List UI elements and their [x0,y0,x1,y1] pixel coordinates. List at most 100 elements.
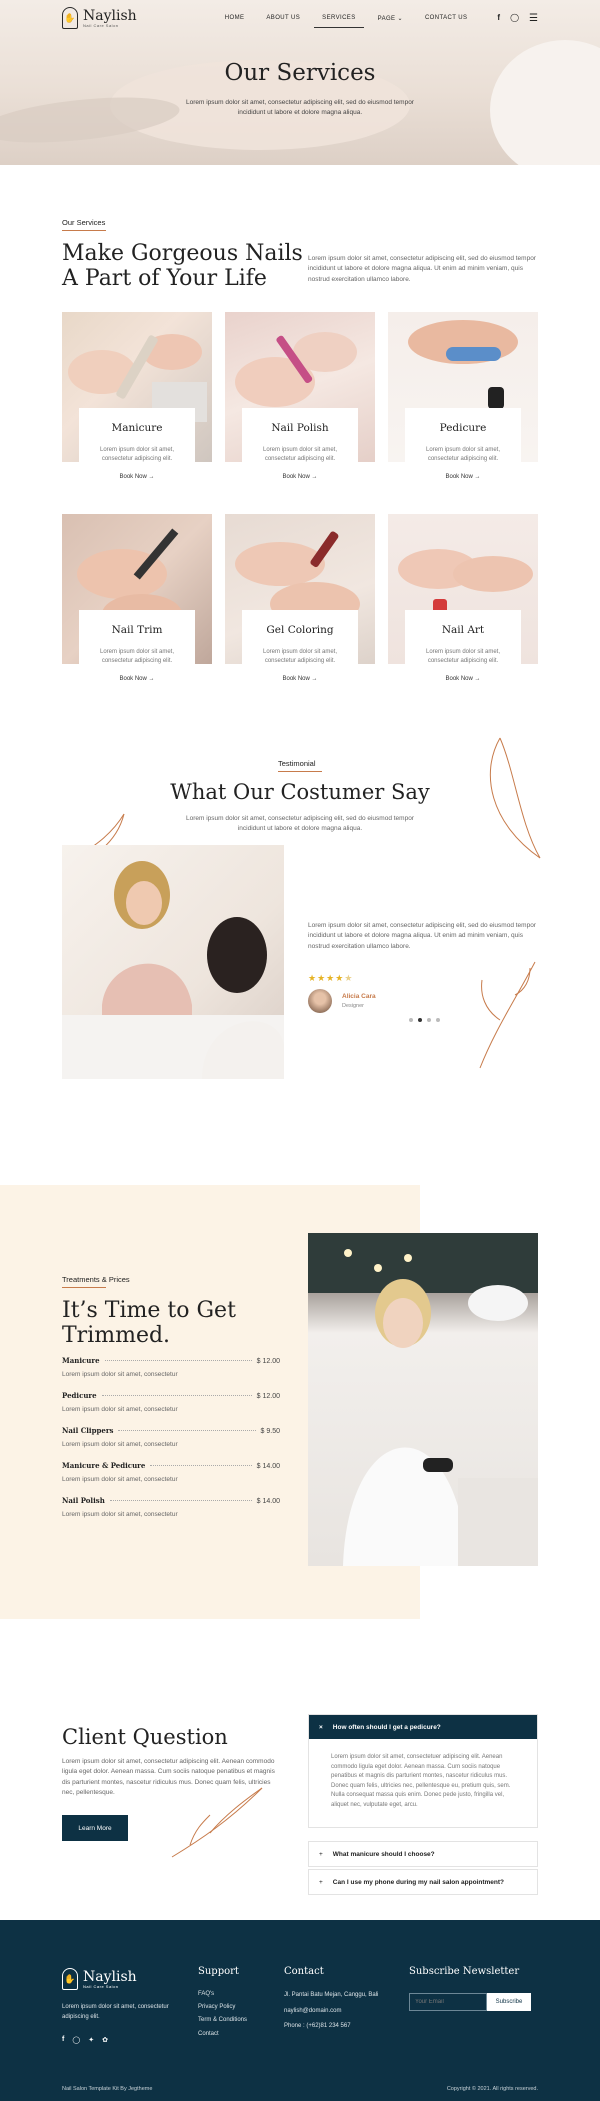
price-item: Manicure $ 12.00 Lorem ipsum dolor sit am… [62,1356,280,1378]
book-now-label: Book Now [119,473,147,480]
service-text-line: Lorem ipsum dolor sit amet, [99,649,175,655]
service-card[interactable]: Nail Polish Lorem ipsum dolor sit amet, c… [225,312,375,500]
facebook-icon[interactable]: f [62,2036,64,2044]
footer-credit: Nail Salon Template Kit By Jegtheme [62,2086,153,2092]
service-text: Lorem ipsum dolor sit amet, consectetur a… [242,648,358,667]
service-text: Lorem ipsum dolor sit amet, consectetur a… [405,648,521,667]
nav-item-services[interactable]: SERVICES [314,15,365,28]
book-now-link[interactable]: Book Now → [119,676,154,682]
testimonial-photo [62,845,284,1079]
carousel-dot[interactable] [409,1018,413,1022]
carousel-dot[interactable] [436,1018,440,1022]
carousel-dot-active[interactable] [418,1018,422,1022]
footer-link-terms[interactable]: Term & Conditions [198,2014,247,2027]
service-text-line: consectetur adipiscing elit. [264,658,336,665]
service-card[interactable]: Manicure Lorem ipsum dolor sit amet, cons… [62,312,212,500]
footer-link-faq[interactable]: FAQ's [198,1988,247,2001]
contact-title: Contact [284,1966,324,1977]
service-title: Gel Coloring [266,624,334,636]
service-card[interactable]: Pedicure Lorem ipsum dolor sit amet, cons… [388,312,538,500]
service-title: Nail Polish [271,422,329,434]
prices-heading-line: Trimmed. [62,1323,171,1349]
leaf-decoration-icon [479,961,536,1069]
contact-email[interactable]: naylish@domain.com [284,2004,378,2020]
price-item-value: $ 12.00 [256,1358,280,1365]
facebook-icon[interactable]: f [497,13,500,24]
hamburger-menu-icon[interactable]: ☰ [529,13,538,24]
price-item-desc: Lorem ipsum dolor sit amet, consectetur [62,1406,178,1413]
prices-heading: It’s Time to Get Trimmed. [62,1298,236,1349]
testimonial-quote: Lorem ipsum dolor sit amet, consectetur … [308,922,536,950]
faq-question[interactable]: × How often should I get a pedicure? [309,1715,537,1739]
brand-name: Naylish [83,1968,137,1985]
price-item-name: Nail Clippers [62,1426,114,1435]
social-links: f ◯ ✦ ✿ [62,2036,108,2044]
instagram-icon[interactable]: ◯ [510,13,519,24]
price-item: Nail Polish $ 14.00 Lorem ipsum dolor sit… [62,1496,280,1518]
footer-link-contact[interactable]: Contact [198,2028,247,2041]
twitter-icon[interactable]: ✦ [88,2036,94,2044]
faq-question-text: What manicure should I choose? [332,1850,435,1858]
nav-item-page[interactable]: PAGE ⌄ [378,15,403,22]
testimonial-eyebrow: Testimonial [278,759,322,772]
plus-icon[interactable]: + [319,1879,323,1886]
price-item-value: $ 12.00 [256,1393,280,1400]
service-title: Pedicure [439,422,487,434]
service-text-line: consectetur adipiscing elit. [427,456,499,463]
footer-copyright: Copyright © 2021. All rights reserved. [446,2086,538,2092]
book-now-link[interactable]: Book Now → [119,474,154,480]
services-eyebrow: Our Services [62,218,107,231]
nav-item-home[interactable]: HOME [225,15,245,22]
carousel-dots [409,1018,440,1022]
site-footer: ✋ Naylish Nail Care Salon Lorem ipsum do… [0,1920,600,2101]
plus-icon[interactable]: + [319,1851,323,1858]
subscribe-button[interactable]: Subscribe [487,1993,531,2011]
close-icon[interactable]: × [319,1724,323,1731]
faq-question[interactable]: + What manicure should I choose? [309,1842,537,1866]
brand-logo[interactable]: ✋ Naylish Nail Care Salon [62,7,137,29]
service-title: Nail Art [441,624,485,636]
brand-name: Naylish [83,7,137,24]
service-text-line: Lorem ipsum dolor sit amet, [262,649,338,655]
rating-stars: ★★★★★ [308,973,353,984]
book-now-link[interactable]: Book Now → [282,474,317,480]
star-half-icon: ★ [344,973,354,983]
service-text-line: Lorem ipsum dolor sit amet, [99,447,175,453]
author-role: Designer [342,1003,365,1009]
service-text-line: consectetur adipiscing elit. [264,456,336,463]
faq-heading: Client Question [62,1725,228,1749]
faq-item[interactable]: + What manicure should I choose? [308,1841,538,1867]
price-item-name: Manicure [62,1356,100,1365]
nav-item-about[interactable]: ABOUT US [266,15,300,22]
nav-item-contact[interactable]: CONTACT US [425,15,467,22]
service-text-line: Lorem ipsum dolor sit amet, [425,649,501,655]
service-card[interactable]: Nail Trim Lorem ipsum dolor sit amet, con… [62,514,212,702]
service-card[interactable]: Nail Art Lorem ipsum dolor sit amet, cons… [388,514,538,702]
newsletter-title: Subscribe Newsletter [409,1966,520,1977]
service-card[interactable]: Gel Coloring Lorem ipsum dolor sit amet,… [225,514,375,702]
newsletter-email-input[interactable] [409,1993,487,2011]
faq-question[interactable]: + Can I use my phone during my nail salon… [309,1870,537,1894]
faq-item-open[interactable]: × How often should I get a pedicure? Lore… [308,1714,538,1828]
book-now-link[interactable]: Book Now → [282,676,317,682]
pinterest-icon[interactable]: ✿ [102,2036,108,2044]
book-now-link[interactable]: Book Now → [445,676,480,682]
support-title: Support [198,1966,239,1977]
service-info: Gel Coloring Lorem ipsum dolor sit amet,… [242,610,358,702]
price-item-desc: Lorem ipsum dolor sit amet, consectetur [62,1476,178,1483]
book-now-link[interactable]: Book Now → [445,474,480,480]
prices-eyebrow: Treatments & Prices [62,1275,130,1288]
star-icon: ★ [326,973,336,983]
carousel-dot[interactable] [427,1018,431,1022]
hero-subtitle-line: Lorem ipsum dolor sit amet, consectetur … [186,99,414,106]
faq-item[interactable]: + Can I use my phone during my nail salon… [308,1869,538,1895]
learn-more-button[interactable]: Learn More [62,1815,128,1841]
services-description: Lorem ipsum dolor sit amet, consectetur … [308,255,536,283]
footer-logo[interactable]: ✋ Naylish Nail Care Salon [62,1968,137,1990]
service-info: Nail Polish Lorem ipsum dolor sit amet, c… [242,408,358,500]
instagram-icon[interactable]: ◯ [72,2036,80,2044]
price-item: Pedicure $ 12.00 Lorem ipsum dolor sit am… [62,1391,280,1413]
prices-section: Treatments & Prices It’s Time to Get Tri… [0,1185,600,1655]
contact-phone: Phone : (+62)81 234 567 [284,2023,351,2030]
footer-link-privacy[interactable]: Privacy Policy [198,2001,247,2014]
